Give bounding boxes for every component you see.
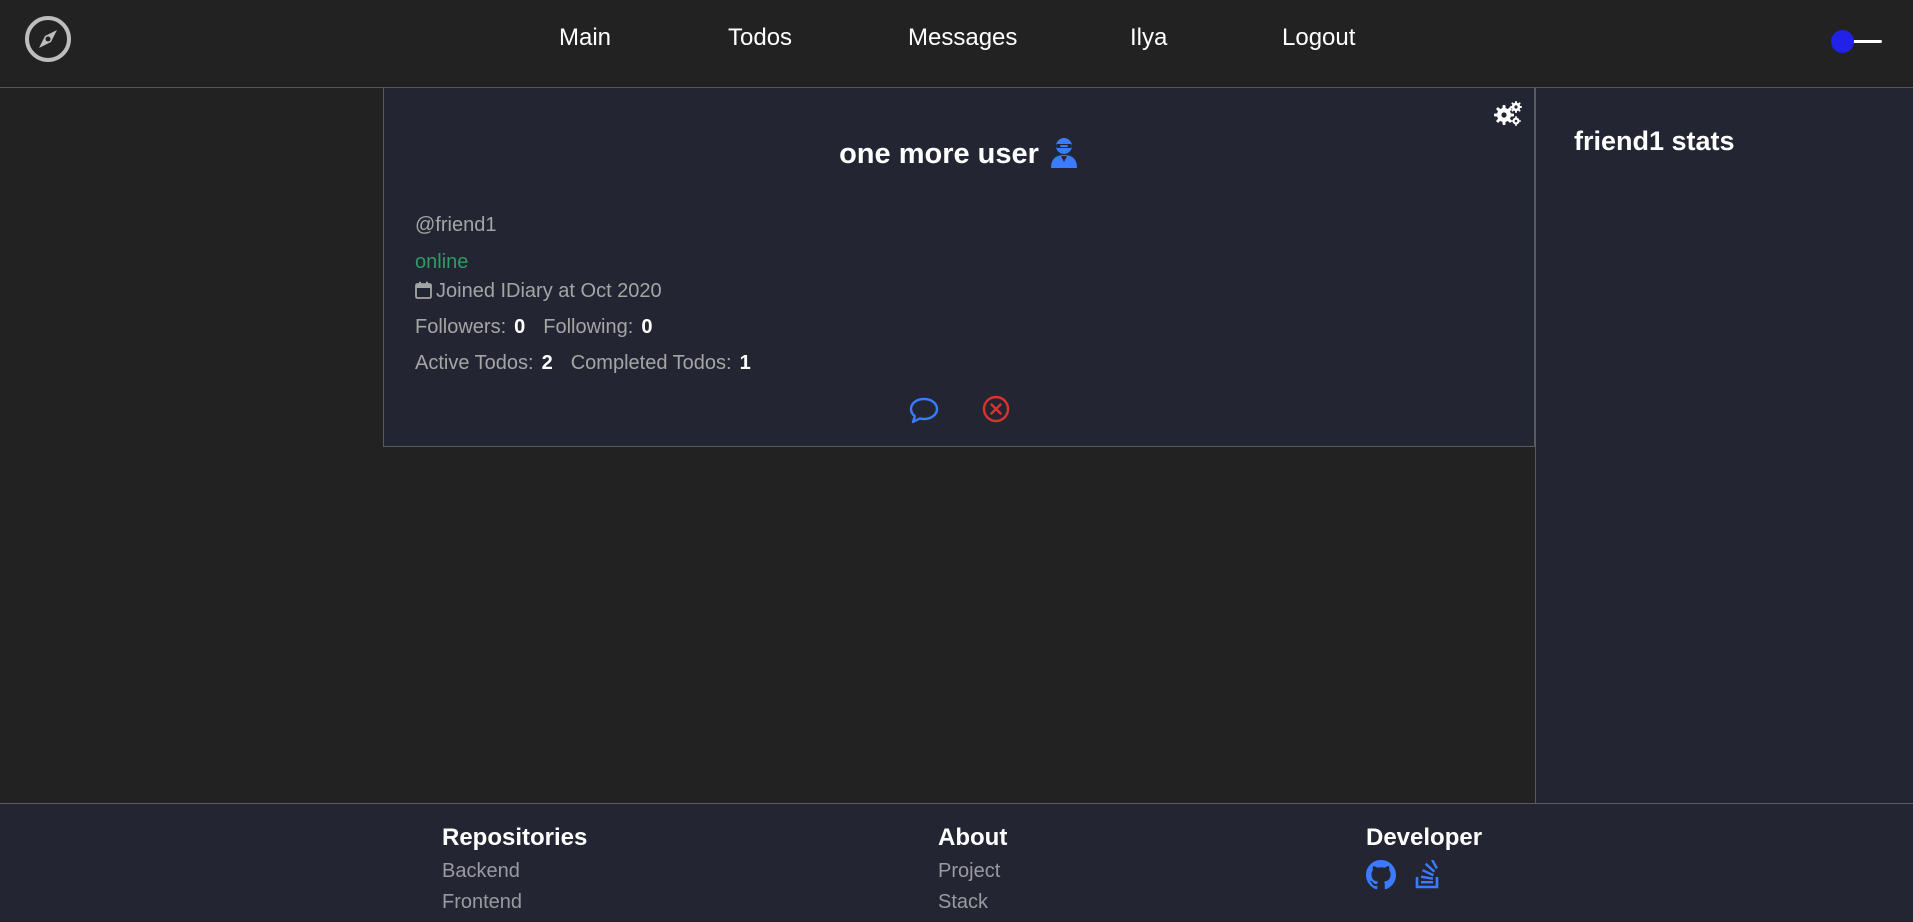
footer-developer-heading: Developer <box>1366 824 1483 851</box>
main-content: one more user @friend1 online Joined IDi… <box>0 88 1913 804</box>
nav-messages-link[interactable]: Messages <box>908 24 1017 52</box>
nav-main-link[interactable]: Main <box>559 24 611 52</box>
profile-username: @friend1 <box>415 214 497 236</box>
profile-display-name: one more user <box>839 138 1039 170</box>
footer-link-project[interactable]: Project <box>938 860 1007 883</box>
completed-todos-count: 1 <box>739 352 751 374</box>
github-icon[interactable] <box>1366 860 1396 890</box>
footer-developer: Developer <box>1366 824 1482 895</box>
main-nav: Main Todos Messages Ilya Logout <box>0 0 1913 78</box>
user-ninja-icon <box>1049 136 1079 168</box>
followers-count[interactable]: 0 <box>514 316 525 338</box>
footer-developer-icons <box>1366 857 1482 895</box>
toggle-knob <box>1831 30 1854 53</box>
top-navbar: Main Todos Messages Ilya Logout <box>0 0 1913 88</box>
remove-friend-icon[interactable] <box>982 395 1010 423</box>
joined-text: Joined IDiary at Oct 2020 <box>436 280 662 302</box>
todo-stats: Active Todos: 2 Completed Todos: 1 <box>415 352 769 375</box>
footer-about-heading: About <box>938 824 1008 851</box>
footer: Repositories Backend Frontend About Proj… <box>0 803 1913 921</box>
completed-todos-label: Completed Todos: <box>570 352 732 374</box>
follow-stats: Followers: 0 Following: 0 <box>415 316 670 339</box>
theme-toggle[interactable] <box>1830 29 1885 53</box>
following-label: Following: <box>543 316 634 338</box>
calendar-icon <box>415 281 432 299</box>
active-todos-count: 2 <box>541 352 553 374</box>
footer-link-backend[interactable]: Backend <box>442 860 587 883</box>
stackoverflow-icon[interactable] <box>1414 857 1442 890</box>
footer-repositories: Repositories Backend Frontend <box>442 824 587 922</box>
nav-todos-link[interactable]: Todos <box>728 24 792 52</box>
stats-title: friend1 stats <box>1574 126 1735 156</box>
gears-icon[interactable] <box>1493 100 1523 126</box>
footer-link-frontend[interactable]: Frontend <box>442 891 587 914</box>
profile-name-row: one more user <box>384 136 1534 171</box>
footer-repositories-heading: Repositories <box>442 824 588 851</box>
profile-card: one more user @friend1 online Joined IDi… <box>383 88 1535 447</box>
nav-logout-link[interactable]: Logout <box>1282 24 1355 52</box>
stats-panel: friend1 stats <box>1535 88 1913 804</box>
followers-label: Followers: <box>415 316 507 338</box>
footer-about: About Project Stack <box>938 824 1007 922</box>
footer-link-stack[interactable]: Stack <box>938 891 1007 914</box>
joined-date: Joined IDiary at Oct 2020 <box>415 280 662 303</box>
following-count[interactable]: 0 <box>641 316 652 338</box>
online-status: online <box>415 251 469 273</box>
chat-bubble-icon[interactable] <box>909 396 939 424</box>
nav-profile-link[interactable]: Ilya <box>1130 24 1167 52</box>
active-todos-label: Active Todos: <box>415 352 534 374</box>
